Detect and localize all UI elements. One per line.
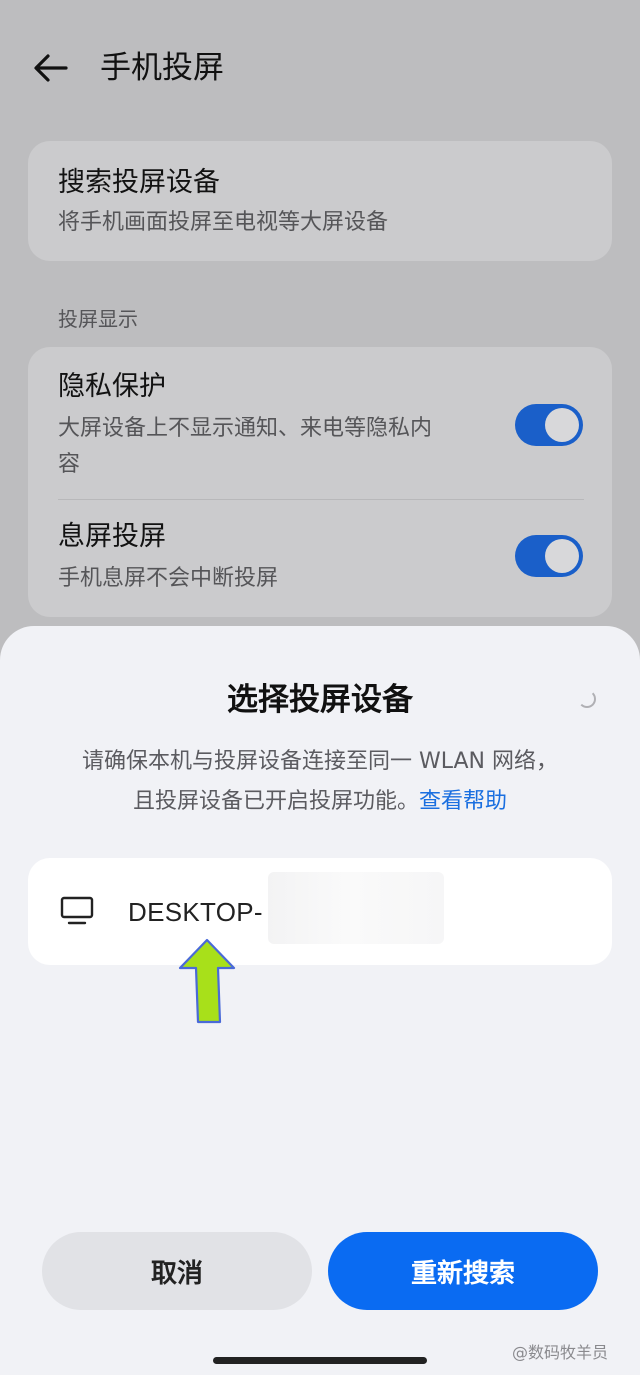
- privacy-subtitle-line2: 容: [58, 452, 81, 477]
- select-device-sheet: 选择投屏设备 请确保本机与投屏设备连接至同一 WLAN 网络， 且投屏设备已开启…: [0, 626, 640, 1375]
- description-line-1: 请确保本机与投屏设备连接至同一 WLAN 网络，: [81, 749, 558, 774]
- sheet-title: 选择投屏设备: [227, 682, 413, 718]
- description-text: 且投屏设备已开启投屏功能。: [132, 789, 419, 814]
- screen-off-toggle[interactable]: [515, 535, 583, 577]
- display-settings-card: 隐私保护 大屏设备上不显示通知、来电等隐私内 容 息屏投屏 手机息屏不会中断投屏: [28, 347, 612, 617]
- screen-off-subtitle: 手机息屏不会中断投屏: [58, 566, 279, 591]
- device-name: DESKTOP-: [128, 897, 263, 927]
- search-devices-item[interactable]: 搜索投屏设备 将手机画面投屏至电视等大屏设备: [28, 141, 612, 261]
- divider: [58, 499, 584, 500]
- device-item[interactable]: DESKTOP-: [28, 858, 612, 965]
- app-header: 手机投屏: [0, 0, 640, 140]
- search-devices-subtitle: 将手机画面投屏至电视等大屏设备: [58, 210, 389, 235]
- toggle-knob: [545, 408, 579, 442]
- page-title: 手机投屏: [100, 50, 224, 86]
- arrow-left-icon: [34, 54, 68, 82]
- privacy-toggle[interactable]: [515, 404, 583, 446]
- sheet-description: 请确保本机与投屏设备连接至同一 WLAN 网络， 且投屏设备已开启投屏功能。查看…: [30, 742, 610, 822]
- privacy-subtitle-line1: 大屏设备上不显示通知、来电等隐私内: [58, 416, 433, 441]
- loading-spinner-icon: [578, 690, 596, 708]
- redacted-device-suffix: [268, 872, 444, 944]
- research-button[interactable]: 重新搜索: [328, 1232, 598, 1310]
- watermark: @数码牧羊员: [512, 1343, 609, 1362]
- cancel-button[interactable]: 取消: [42, 1232, 312, 1310]
- toggle-knob: [545, 539, 579, 573]
- monitor-icon: [60, 896, 94, 925]
- help-link[interactable]: 查看帮助: [419, 789, 507, 814]
- search-devices-title: 搜索投屏设备: [58, 167, 220, 198]
- back-button[interactable]: [28, 48, 72, 88]
- section-label-display: 投屏显示: [58, 307, 138, 331]
- home-indicator[interactable]: [213, 1357, 427, 1364]
- privacy-title: 隐私保护: [58, 371, 166, 402]
- description-line-2: 且投屏设备已开启投屏功能。查看帮助: [30, 782, 610, 822]
- screen-off-title: 息屏投屏: [58, 521, 166, 552]
- annotation-arrow-icon: [178, 938, 236, 1024]
